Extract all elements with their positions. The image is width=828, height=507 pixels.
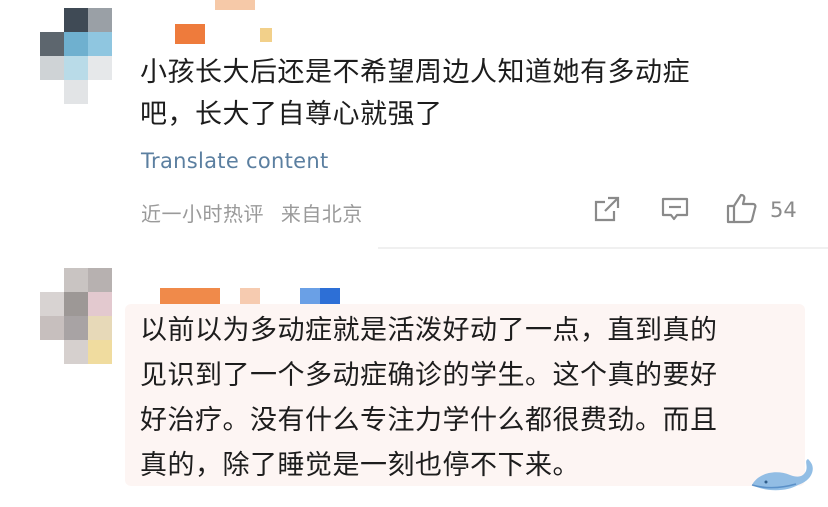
comment-text: 以前以为多动症就是活泼好动了一点，直到真的 见识到了一个多动症确诊的学生。这个真… — [140, 315, 718, 481]
avatar[interactable] — [40, 8, 112, 104]
divider — [378, 247, 828, 249]
whale-icon — [748, 455, 818, 504]
comment-icon[interactable] — [660, 194, 690, 228]
username[interactable] — [175, 0, 285, 44]
avatar[interactable] — [40, 268, 112, 364]
translate-link[interactable]: Translate content — [141, 149, 329, 173]
hot-comment-label: 近一小时热评 — [141, 202, 264, 226]
location-label: 来自北京 — [280, 202, 363, 226]
comment-meta: 近一小时热评 来自北京 — [141, 198, 373, 227]
like-count: 54 — [770, 198, 797, 222]
comment-text: 小孩长大后还是不希望周边人知道她有多动症 吧，长大了自尊心就强了 — [140, 57, 690, 130]
share-icon[interactable] — [592, 194, 622, 228]
thumbs-up-icon[interactable] — [725, 192, 759, 230]
